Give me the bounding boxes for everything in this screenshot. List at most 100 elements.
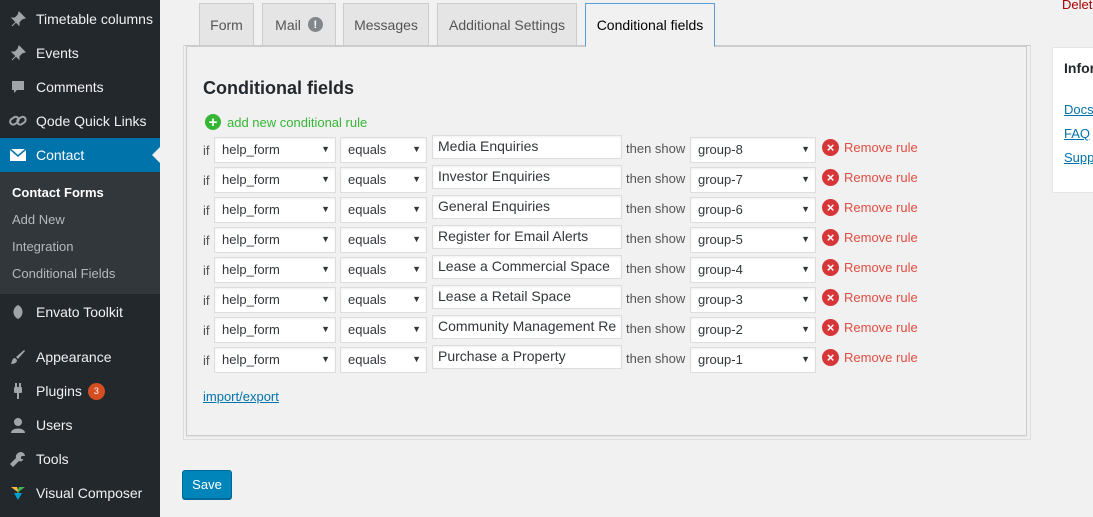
value-input[interactable]: Lease a Retail Space [432, 285, 622, 309]
group-select[interactable]: group-2 ▼ [690, 317, 816, 343]
field-select[interactable]: help_form ▼ [214, 257, 336, 283]
field-select[interactable]: help_form ▼ [214, 347, 336, 373]
menu-item-qode-quick-links[interactable]: Qode Quick Links [0, 104, 160, 138]
menu-item-events[interactable]: Events [0, 36, 160, 70]
remove-icon: × [822, 319, 839, 336]
remove-rule-button[interactable]: × Remove rule [822, 259, 918, 276]
faq-link[interactable]: FAQ [1064, 126, 1090, 141]
menu-item-plugins[interactable]: Plugins 3 [0, 374, 160, 408]
group-select[interactable]: group-3 ▼ [690, 287, 816, 313]
remove-rule-label: Remove rule [844, 170, 918, 185]
rule-row: if help_form ▼ equals ▼ Lease a Commercial Sp… [203, 255, 1003, 283]
remove-rule-label: Remove rule [844, 260, 918, 275]
mail-icon [0, 148, 36, 162]
dropdown-arrow-icon: ▼ [801, 264, 810, 274]
tab-label: Conditional fields [596, 17, 704, 33]
tab-messages[interactable]: Messages [343, 3, 429, 45]
group-select[interactable]: group-7 ▼ [690, 167, 816, 193]
group-select-value: group-6 [698, 202, 743, 217]
field-select[interactable]: help_form ▼ [214, 197, 336, 223]
remove-icon: × [822, 229, 839, 246]
value-input[interactable]: Lease a Commercial Space [432, 255, 622, 279]
docs-link[interactable]: Docs [1064, 102, 1093, 117]
menu-item-label: Plugins [36, 383, 82, 399]
delete-link[interactable]: Delet [1062, 0, 1092, 12]
menu-item-contact[interactable]: Contact [0, 138, 160, 172]
operator-select[interactable]: equals ▼ [340, 227, 427, 253]
menu-item-comments[interactable]: Comments [0, 70, 160, 104]
dropdown-arrow-icon: ▼ [321, 144, 330, 154]
remove-rule-button[interactable]: × Remove rule [822, 139, 918, 156]
value-input[interactable]: Purchase a Property [432, 345, 622, 369]
remove-rule-label: Remove rule [844, 290, 918, 305]
operator-select[interactable]: equals ▼ [340, 347, 427, 373]
group-select[interactable]: group-8 ▼ [690, 137, 816, 163]
add-rule-button[interactable]: + add new conditional rule [205, 114, 367, 130]
if-label: if [203, 203, 210, 218]
field-select-value: help_form [222, 322, 280, 337]
tab-additional-settings[interactable]: Additional Settings [437, 3, 577, 45]
then-show-label: then show [626, 231, 686, 246]
remove-rule-button[interactable]: × Remove rule [822, 169, 918, 186]
remove-rule-button[interactable]: × Remove rule [822, 349, 918, 366]
field-select[interactable]: help_form ▼ [214, 317, 336, 343]
submenu-integration[interactable]: Integration [12, 239, 73, 254]
rule-row: if help_form ▼ equals ▼ Lease a Retail Space t… [203, 285, 1003, 313]
operator-select-value: equals [348, 172, 387, 187]
import-export-link[interactable]: import/export [203, 389, 279, 404]
value-input[interactable]: Register for Email Alerts [432, 225, 622, 249]
operator-select[interactable]: equals ▼ [340, 137, 427, 163]
if-label: if [203, 323, 210, 338]
operator-select-value: equals [348, 292, 387, 307]
value-input[interactable]: Media Enquiries [432, 135, 622, 159]
remove-rule-button[interactable]: × Remove rule [822, 199, 918, 216]
remove-rule-label: Remove rule [844, 320, 918, 335]
menu-item-visual-composer[interactable]: Visual Composer [0, 476, 160, 510]
dropdown-arrow-icon: ▼ [412, 204, 421, 214]
remove-rule-button[interactable]: × Remove rule [822, 319, 918, 336]
if-label: if [203, 233, 210, 248]
tab-form[interactable]: Form [199, 3, 254, 45]
field-select[interactable]: help_form ▼ [214, 137, 336, 163]
operator-select[interactable]: equals ▼ [340, 167, 427, 193]
tab-mail[interactable]: Mail! [262, 3, 336, 45]
submenu-add-new[interactable]: Add New [12, 212, 65, 227]
submenu-conditional-fields[interactable]: Conditional Fields [12, 266, 115, 281]
remove-rule-button[interactable]: × Remove rule [822, 229, 918, 246]
group-select[interactable]: group-4 ▼ [690, 257, 816, 283]
submenu-contact-forms[interactable]: Contact Forms [12, 185, 104, 200]
contact-submenu: Contact Forms Add New Integration Condit… [0, 172, 160, 294]
admin-sidebar: Timetable columns Events Comments Qode Q… [0, 0, 160, 517]
group-select[interactable]: group-5 ▼ [690, 227, 816, 253]
field-select[interactable]: help_form ▼ [214, 227, 336, 253]
group-select[interactable]: group-6 ▼ [690, 197, 816, 223]
operator-select[interactable]: equals ▼ [340, 287, 427, 313]
value-input[interactable]: Investor Enquiries [432, 165, 622, 189]
menu-item-label: Tools [36, 451, 69, 467]
dropdown-arrow-icon: ▼ [801, 204, 810, 214]
value-input[interactable]: Community Management Re [432, 315, 622, 339]
remove-rule-button[interactable]: × Remove rule [822, 289, 918, 306]
remove-icon: × [822, 139, 839, 156]
menu-item-label: Contact [36, 147, 85, 163]
group-select-value: group-3 [698, 292, 743, 307]
menu-item-appearance[interactable]: Appearance [0, 340, 160, 374]
field-select-value: help_form [222, 142, 280, 157]
section-title: Conditional fields [203, 78, 354, 98]
operator-select[interactable]: equals ▼ [340, 257, 427, 283]
operator-select[interactable]: equals ▼ [340, 317, 427, 343]
dropdown-arrow-icon: ▼ [801, 354, 810, 364]
support-link[interactable]: Supp [1064, 150, 1093, 165]
remove-rule-label: Remove rule [844, 230, 918, 245]
operator-select[interactable]: equals ▼ [340, 197, 427, 223]
group-select[interactable]: group-1 ▼ [690, 347, 816, 373]
value-input[interactable]: General Enquiries [432, 195, 622, 219]
save-button[interactable]: Save [182, 470, 232, 499]
field-select[interactable]: help_form ▼ [214, 287, 336, 313]
menu-item-tools[interactable]: Tools [0, 442, 160, 476]
field-select[interactable]: help_form ▼ [214, 167, 336, 193]
menu-item-timetable-columns[interactable]: Timetable columns [0, 2, 160, 36]
tab-conditional-fields[interactable]: Conditional fields [585, 3, 715, 47]
menu-item-envato-toolkit[interactable]: Envato Toolkit [0, 295, 160, 329]
menu-item-users[interactable]: Users [0, 408, 160, 442]
